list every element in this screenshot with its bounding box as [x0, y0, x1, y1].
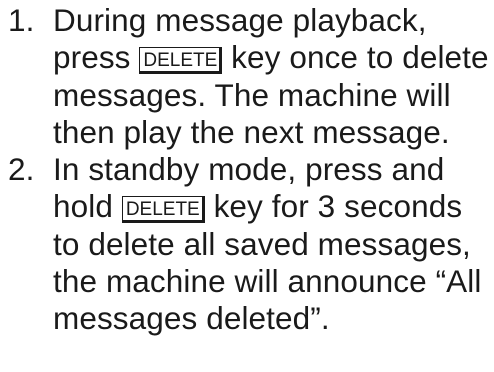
delete-key-label: DELETE	[139, 47, 223, 75]
instruction-step-1: 1. During message playback, press DELETE…	[0, 2, 494, 151]
delete-key-label: DELETE	[121, 196, 205, 224]
step-number: 1.	[8, 2, 35, 38]
instruction-list: 1. During message playback, press DELETE…	[0, 2, 494, 338]
step-number: 2.	[8, 151, 35, 188]
instruction-step-2: 2. In standby mode, press and hold DELET…	[0, 151, 494, 337]
